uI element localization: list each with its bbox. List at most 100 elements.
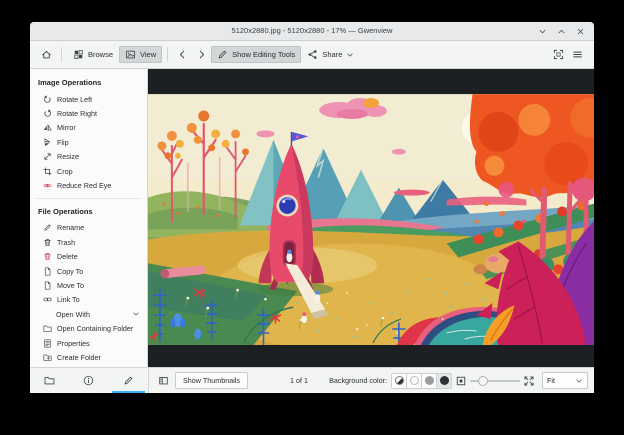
black-swatch xyxy=(439,376,449,385)
rename-icon xyxy=(44,224,51,232)
item-label: Open Containing Folder xyxy=(57,324,134,334)
item-label: Mirror xyxy=(57,123,76,133)
home-button[interactable] xyxy=(37,46,56,63)
thumbnail-bar-toggle[interactable] xyxy=(155,373,171,389)
bg-color-gray-option[interactable] xyxy=(421,372,437,389)
back-button[interactable] xyxy=(173,46,192,63)
zoom-mode-combobox[interactable]: Fit xyxy=(542,372,588,389)
pencil-icon xyxy=(124,376,133,385)
sidebar-item-move-to[interactable]: Move To xyxy=(30,278,147,292)
background-color-options xyxy=(391,372,452,389)
tab-folders[interactable] xyxy=(30,368,69,393)
bg-color-black-option[interactable] xyxy=(436,372,452,389)
chevron-down-icon xyxy=(133,312,139,316)
sidebar-item-reduce-red-eye[interactable]: Reduce Red Eye xyxy=(30,178,147,192)
item-label: Flip xyxy=(57,137,69,147)
sidebar-item-resize[interactable]: Resize xyxy=(30,150,147,164)
sidebar-item-rotate-left[interactable]: Rotate Left xyxy=(30,92,147,106)
zoom-mode-value: Fit xyxy=(547,376,555,385)
white-swatch xyxy=(409,376,419,385)
share-icon xyxy=(308,49,318,60)
thumbnails-icon xyxy=(158,376,168,385)
sidebar-item-delete[interactable]: Delete xyxy=(30,250,147,264)
statusbar: Show Thumbnails 1 of 1 Background color: xyxy=(30,367,594,393)
sidebar-item-create-folder[interactable]: Create Folder xyxy=(30,350,147,364)
item-label: Link To xyxy=(57,295,80,305)
section-title: File Operations xyxy=(38,206,93,216)
crop-icon xyxy=(43,167,52,176)
image-icon xyxy=(125,50,136,59)
half-circle-swatch xyxy=(394,376,404,385)
background-color-label: Background color: xyxy=(329,376,387,385)
item-label: Rename xyxy=(57,223,85,233)
browse-grid-icon xyxy=(74,50,83,59)
gwenview-window: 5120x2880.jpg - 5120x2880 - 17% — Gwenvi… xyxy=(30,22,594,393)
hamburger-menu-button[interactable] xyxy=(568,46,587,63)
item-label: Crop xyxy=(57,166,73,176)
item-label: Rotate Right xyxy=(57,109,97,119)
image-viewer-canvas[interactable] xyxy=(148,69,594,367)
move-icon xyxy=(44,281,51,290)
create-folder-icon xyxy=(43,354,52,361)
trash-icon xyxy=(44,238,51,246)
folder-icon xyxy=(44,376,55,385)
item-label: Trash xyxy=(57,237,76,247)
forward-button[interactable] xyxy=(192,46,211,63)
properties-icon xyxy=(44,339,51,348)
fullscreen-icon xyxy=(553,49,564,60)
zoom-fit-icon[interactable] xyxy=(455,375,467,387)
sidebar-item-open-containing-folder[interactable]: Open Containing Folder xyxy=(30,321,147,335)
item-label: Rotate Left xyxy=(57,94,93,104)
item-label: Move To xyxy=(57,280,85,290)
sidebar-item-copy-to[interactable]: Copy To xyxy=(30,264,147,278)
chevron-left-icon xyxy=(180,50,185,59)
show-editing-tools-button[interactable]: Show Editing Tools xyxy=(211,46,302,63)
sidebar-item-flip[interactable]: Flip xyxy=(30,135,147,149)
browse-label: Browse xyxy=(88,50,114,59)
rotate-left-icon xyxy=(43,94,51,103)
hamburger-icon xyxy=(573,51,582,58)
item-label: Create Folder xyxy=(57,352,101,362)
resize-icon xyxy=(44,153,51,160)
item-label: Resize xyxy=(57,152,79,162)
titlebar: 5120x2880.jpg - 5120x2880 - 17% — Gwenvi… xyxy=(30,22,594,41)
zoom-slider[interactable] xyxy=(470,373,520,389)
sidebar-item-crop[interactable]: Crop xyxy=(30,164,147,178)
sidebar-item-trash[interactable]: Trash xyxy=(30,235,147,249)
fullscreen-button[interactable] xyxy=(549,46,568,63)
section-title: Image Operations xyxy=(38,78,102,87)
item-label: Properties xyxy=(57,338,90,348)
bg-color-white-option[interactable] xyxy=(406,372,422,389)
chevron-down-icon xyxy=(576,379,582,383)
rotate-right-icon xyxy=(44,109,52,117)
sidebar-item-link-to[interactable]: Link To xyxy=(30,293,147,307)
show-thumbnails-button[interactable]: Show Thumbnails xyxy=(175,372,248,389)
red-eye-icon xyxy=(43,183,52,188)
link-icon xyxy=(43,298,52,302)
sidebar-item-rotate-right[interactable]: Rotate Right xyxy=(30,106,147,120)
actual-size-icon[interactable] xyxy=(523,375,535,387)
delete-icon xyxy=(44,253,51,261)
item-label: Reduce Red Eye xyxy=(57,181,112,191)
pencil-icon xyxy=(218,50,227,59)
sidebar-item-mirror[interactable]: Mirror xyxy=(30,121,147,135)
open-with-dropdown[interactable]: Open With xyxy=(30,307,147,321)
item-label: Copy To xyxy=(57,266,84,276)
tab-information[interactable] xyxy=(69,368,108,393)
tab-editing-tools[interactable] xyxy=(109,368,148,393)
chevron-right-icon xyxy=(199,50,205,59)
open-with-label: Open With xyxy=(56,309,90,319)
sidebar-item-rename[interactable]: Rename xyxy=(30,221,147,235)
bg-color-auto-option[interactable] xyxy=(391,372,407,389)
copy-icon xyxy=(44,267,51,276)
maximize-icon[interactable] xyxy=(557,27,566,36)
sidebar-item-properties[interactable]: Properties xyxy=(30,336,147,350)
info-icon xyxy=(84,375,94,386)
zoom-slider-knob[interactable] xyxy=(478,375,488,386)
share-button[interactable]: Share xyxy=(301,46,360,63)
browse-button[interactable]: Browse xyxy=(67,46,119,63)
minimize-icon[interactable] xyxy=(538,27,547,36)
view-button[interactable]: View xyxy=(119,46,163,63)
mirror-icon xyxy=(43,124,52,132)
close-icon[interactable] xyxy=(576,27,585,36)
